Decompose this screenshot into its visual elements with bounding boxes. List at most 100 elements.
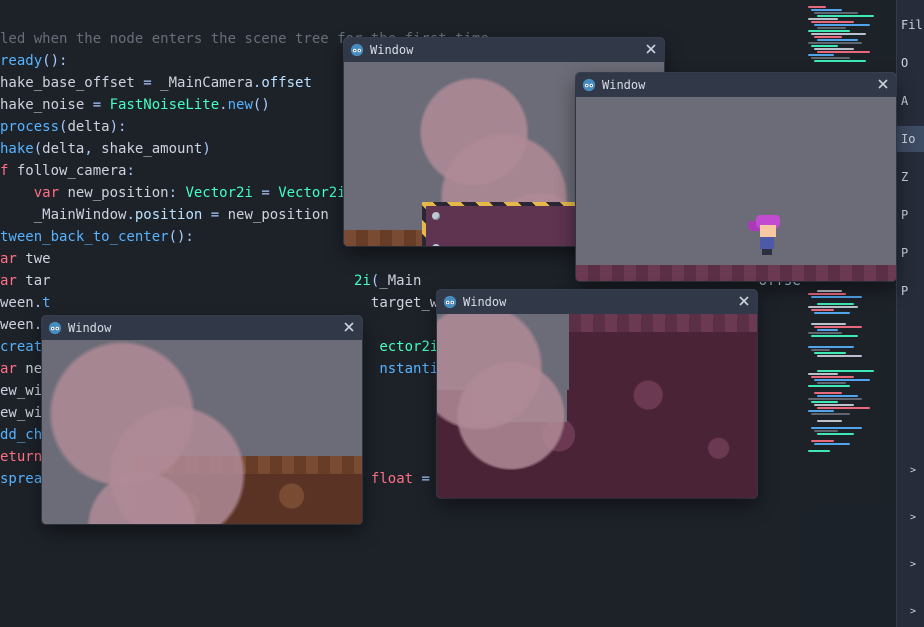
- minimap-line: [817, 355, 862, 357]
- minimap-line: [811, 349, 830, 351]
- godot-icon: [443, 295, 457, 309]
- window-titlebar[interactable]: Window: [576, 73, 896, 97]
- close-icon[interactable]: [342, 320, 356, 337]
- minimap-line: [811, 427, 862, 429]
- close-icon[interactable]: [876, 77, 890, 94]
- minimap-line: [817, 290, 842, 292]
- close-icon[interactable]: [737, 294, 751, 311]
- close-icon[interactable]: [644, 42, 658, 59]
- code-token: ween: [0, 295, 34, 311]
- window-title: Window: [370, 43, 644, 57]
- minimap-line: [817, 420, 842, 422]
- code-token: f: [0, 163, 17, 179]
- minimap-line: [811, 335, 858, 337]
- code-token: _MainCamera: [160, 75, 253, 91]
- inspector-row[interactable]: Z: [897, 164, 924, 190]
- minimap-line: [814, 36, 842, 38]
- code-token: t: [42, 295, 50, 311]
- code-token: =: [93, 97, 110, 113]
- window-titlebar[interactable]: Window: [437, 290, 757, 314]
- window-title: Window: [602, 78, 876, 92]
- code-token: ready: [0, 53, 42, 69]
- minimap-line: [811, 413, 850, 415]
- minimap-line: [811, 401, 838, 403]
- scene-sky: [576, 97, 896, 281]
- inspector-row[interactable]: [897, 228, 924, 240]
- minimap-line: [808, 332, 842, 334]
- window-titlebar[interactable]: Window: [344, 38, 664, 62]
- game-window[interactable]: Window: [437, 290, 757, 498]
- code-token: float: [371, 471, 413, 487]
- minimap-line: [808, 385, 850, 387]
- minimap-line: [811, 57, 850, 59]
- code-token: ar: [0, 273, 25, 289]
- inspector-row[interactable]: P: [897, 240, 924, 266]
- code-token: Vector2i: [185, 185, 252, 201]
- code-token: .: [219, 97, 227, 113]
- chevron-right-icon[interactable]: >: [908, 461, 918, 480]
- code-token: ():: [42, 53, 67, 69]
- minimap-line: [814, 326, 862, 328]
- inspector-row[interactable]: Io: [897, 126, 924, 152]
- code-token: ():: [169, 229, 194, 245]
- inspector-expanders: > > > >: [908, 461, 918, 621]
- minimap-line: [817, 51, 870, 53]
- inspector-row[interactable]: O: [897, 50, 924, 76]
- inspector-row[interactable]: [897, 76, 924, 88]
- chevron-right-icon[interactable]: >: [908, 508, 918, 527]
- code-token: =: [202, 207, 227, 223]
- code-token: ar: [0, 251, 25, 267]
- minimap-line: [814, 352, 846, 354]
- minimap-line: [808, 42, 862, 44]
- code-token: var: [34, 185, 68, 201]
- minimap-line: [814, 24, 870, 26]
- code-token: ,: [84, 141, 101, 157]
- inspector-row[interactable]: [897, 190, 924, 202]
- code-token: follow_camera: [17, 163, 127, 179]
- inspector-row[interactable]: [897, 152, 924, 164]
- game-window[interactable]: Window: [576, 73, 896, 281]
- code-token: (): [253, 97, 270, 113]
- game-window[interactable]: Window: [42, 316, 362, 524]
- inspector-row[interactable]: P: [897, 278, 924, 304]
- minimap-line: [811, 309, 834, 311]
- scene-player-sprite: [754, 215, 782, 255]
- minimap-line: [817, 15, 874, 17]
- code-token: new: [228, 97, 253, 113]
- code-token: delta: [42, 141, 84, 157]
- inspector-row[interactable]: [897, 266, 924, 278]
- inspector-row[interactable]: [897, 114, 924, 126]
- minimap-line: [817, 382, 846, 384]
- code-token: =: [143, 75, 160, 91]
- rivet-icon: [432, 212, 440, 220]
- code-token: .: [126, 207, 134, 223]
- window-titlebar[interactable]: Window: [42, 316, 362, 340]
- minimap-line: [811, 296, 862, 298]
- godot-icon: [350, 43, 364, 57]
- minimap-line: [808, 373, 838, 375]
- code-token: :: [169, 185, 186, 201]
- minimap-line: [811, 9, 842, 11]
- minimap-line: [814, 48, 854, 50]
- code-token: position: [135, 207, 202, 223]
- game-viewport: [437, 314, 757, 498]
- inspector-row[interactable]: [897, 38, 924, 50]
- minimap-line: [814, 443, 850, 445]
- code-token: hake_noise: [0, 97, 93, 113]
- inspector-row[interactable]: P: [897, 202, 924, 228]
- minimap-line: [808, 293, 846, 295]
- chevron-right-icon[interactable]: >: [908, 555, 918, 574]
- code-token: _MainWindow: [34, 207, 127, 223]
- scene-ground: [576, 265, 896, 281]
- minimap-line: [817, 395, 858, 397]
- chevron-right-icon[interactable]: >: [908, 602, 918, 621]
- inspector-row[interactable]: A: [897, 88, 924, 114]
- code-token: .: [34, 295, 42, 311]
- minimap-line: [814, 312, 850, 314]
- window-title: Window: [463, 295, 737, 309]
- code-token: new_position: [67, 185, 168, 201]
- code-token: .: [34, 317, 42, 333]
- code-token: ween: [0, 317, 34, 333]
- code-token: twe: [25, 251, 50, 267]
- inspector-row[interactable]: Fil: [897, 12, 924, 38]
